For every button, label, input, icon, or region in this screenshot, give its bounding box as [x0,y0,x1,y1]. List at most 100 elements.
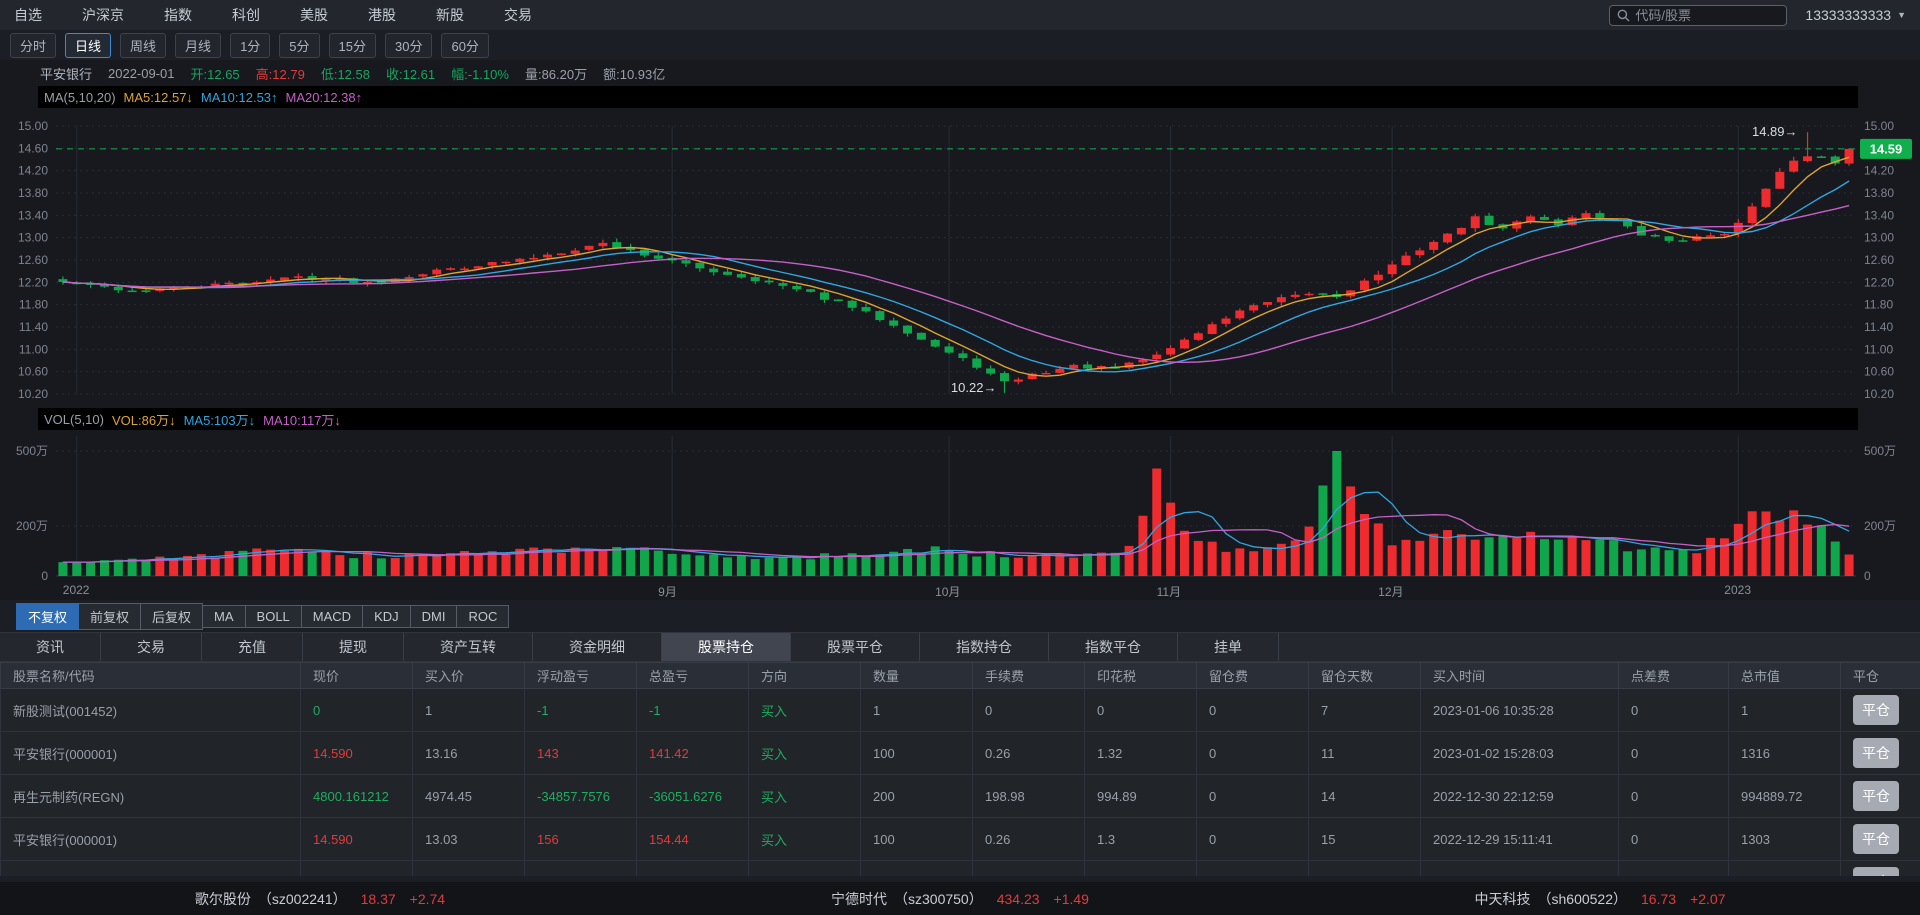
table-cell [413,861,525,877]
function-tab-资产互转[interactable]: 资产互转 [404,633,533,661]
quote-field-2: 高:12.79 [256,64,305,83]
cell-value: 0.26 [985,746,1010,761]
period-btn-15分[interactable]: 15分 [329,33,376,58]
nav-item-5[interactable]: 美股 [300,5,328,25]
search-input[interactable] [1635,8,1779,23]
ticker-price: 18.37 [361,891,396,907]
ma10-value: MA10:12.53↑ [201,90,278,105]
top-nav: 自选 沪深京 指数 科创 美股 港股 新股 交易 13333333333 ▼ [0,0,1920,30]
table-body: 新股测试(001452)01-1-1买入100072023-01-06 10:3… [1,689,1920,877]
period-btn-1分[interactable]: 1分 [230,33,270,58]
nav-item-2[interactable]: 沪深京 [82,5,124,25]
close-position-button[interactable]: 平仓 [1853,738,1899,768]
svg-text:500万: 500万 [1864,444,1896,458]
stock-search-box[interactable] [1609,5,1787,26]
table-cell: 0 [1619,775,1729,818]
close-position-button[interactable]: 平仓 [1853,781,1899,811]
indicator-tab-后复权[interactable]: 后复权 [141,603,203,630]
positions-table: 股票名称/代码现价买入价浮动盈亏总盈亏方向数量手续费印花税留仓费留仓天数买入时间… [0,662,1920,876]
nav-item-7[interactable]: 新股 [436,5,464,25]
period-btn-60分[interactable]: 60分 [441,33,488,58]
close-position-button[interactable]: 平仓 [1853,695,1899,725]
svg-text:12.20: 12.20 [18,275,48,289]
table-cell: 141.42 [637,732,749,775]
function-tab-资金明细[interactable]: 资金明细 [533,633,662,661]
table-cell: 4974.45 [413,775,525,818]
cell-value: 0 [1631,789,1638,804]
table-cell: 13.16 [413,732,525,775]
ticker-item-3[interactable]: 中天科技 （sh600522）16.73+2.07 [1280,889,1920,909]
table-cell [1,861,301,877]
quote-field-5: 幅:-1.10% [451,64,509,83]
col-header-现价: 现价 [301,663,413,689]
close-position-button[interactable]: 平仓 [1853,824,1899,854]
top-nav-items: 自选 沪深京 指数 科创 美股 港股 新股 交易 [14,5,572,25]
cell-value: 11 [1321,746,1335,761]
function-tab-充值[interactable]: 充值 [202,633,303,661]
nav-item-6[interactable]: 港股 [368,5,396,25]
svg-text:14.20: 14.20 [18,164,48,178]
table-cell: 再生元制药(REGN) [1,775,301,818]
nav-item-4[interactable]: 科创 [232,5,260,25]
ticker-price: 434.23 [997,891,1040,907]
stock-name: 平安银行 [40,64,92,83]
ticker-price: 16.73 [1641,891,1676,907]
close-position-button[interactable]: 平仓 [1853,867,1899,876]
svg-text:10.20: 10.20 [1864,387,1894,401]
nav-item-3[interactable]: 指数 [164,5,192,25]
col-header-买入价: 买入价 [413,663,525,689]
function-tab-挂单[interactable]: 挂单 [1178,633,1279,661]
cell-value: 1 [1741,703,1748,718]
table-cell: 平安银行(000001) [1,818,301,861]
function-tab-股票平仓[interactable]: 股票平仓 [791,633,920,661]
function-tab-提现[interactable]: 提现 [303,633,404,661]
table-cell [301,861,413,877]
table-cell: 1.3 [1085,818,1197,861]
function-tab-指数持仓[interactable]: 指数持仓 [920,633,1049,661]
svg-text:13.00: 13.00 [1864,231,1894,245]
table-cell: 0 [1197,818,1309,861]
col-header-总市值: 总市值 [1729,663,1841,689]
nav-item-8[interactable]: 交易 [504,5,532,25]
function-tab-股票持仓[interactable]: 股票持仓 [662,633,791,661]
time-axis-label-10月: 10月 [935,583,960,600]
table-cell: 0 [1619,732,1729,775]
table-cell: 143 [525,732,637,775]
indicator-tab-前复权[interactable]: 前复权 [79,603,141,630]
indicator-tab-不复权[interactable]: 不复权 [16,603,79,630]
nav-item-1[interactable]: 自选 [14,5,42,25]
indicator-tab-DMI[interactable]: DMI [411,605,458,628]
indicator-tab-MACD[interactable]: MACD [302,605,363,628]
table-cell: 2022-12-30 22:12:59 [1421,775,1619,818]
chevron-down-icon: ▼ [1897,10,1906,20]
svg-text:11.80: 11.80 [19,298,48,312]
ma20-value: MA20:12.38↑ [286,90,363,105]
period-btn-月线[interactable]: 月线 [175,33,221,58]
period-btn-周线[interactable]: 周线 [120,33,166,58]
cell-value: 13.16 [425,746,458,761]
ticker-change: +2.07 [1690,891,1725,907]
indicator-tab-ROC[interactable]: ROC [457,605,509,628]
period-btn-分时[interactable]: 分时 [10,33,56,58]
period-btn-日线[interactable]: 日线 [65,33,111,58]
period-btn-30分[interactable]: 30分 [385,33,432,58]
function-tab-指数平仓[interactable]: 指数平仓 [1049,633,1178,661]
indicator-tab-BOLL[interactable]: BOLL [246,605,302,628]
indicator-tab-MA[interactable]: MA [203,605,246,628]
svg-text:11.40: 11.40 [1864,320,1893,334]
ticker-item-1[interactable]: 歌尔股份 （sz002241）18.37+2.74 [0,889,640,909]
function-tab-交易[interactable]: 交易 [101,633,202,661]
cell-value: 100 [873,746,895,761]
indicator-tab-KDJ[interactable]: KDJ [363,605,411,628]
volume-chart[interactable]: 500万500万200万200万00 [0,430,1920,582]
ticker-item-2[interactable]: 宁德时代 （sz300750）434.23+1.49 [640,889,1280,909]
table-cell: 1.32 [1085,732,1197,775]
table-cell: 0 [301,689,413,732]
table-cell: -34857.7576 [525,775,637,818]
function-tab-资讯[interactable]: 资讯 [0,633,101,661]
period-btn-5分[interactable]: 5分 [279,33,319,58]
cell-value: 0 [1209,703,1216,718]
candlestick-chart[interactable]: 15.0015.0014.6014.6014.2014.2013.8013.80… [0,108,1920,408]
account-menu[interactable]: 13333333333 ▼ [1805,7,1906,23]
cell-value: 14.590 [313,832,353,847]
